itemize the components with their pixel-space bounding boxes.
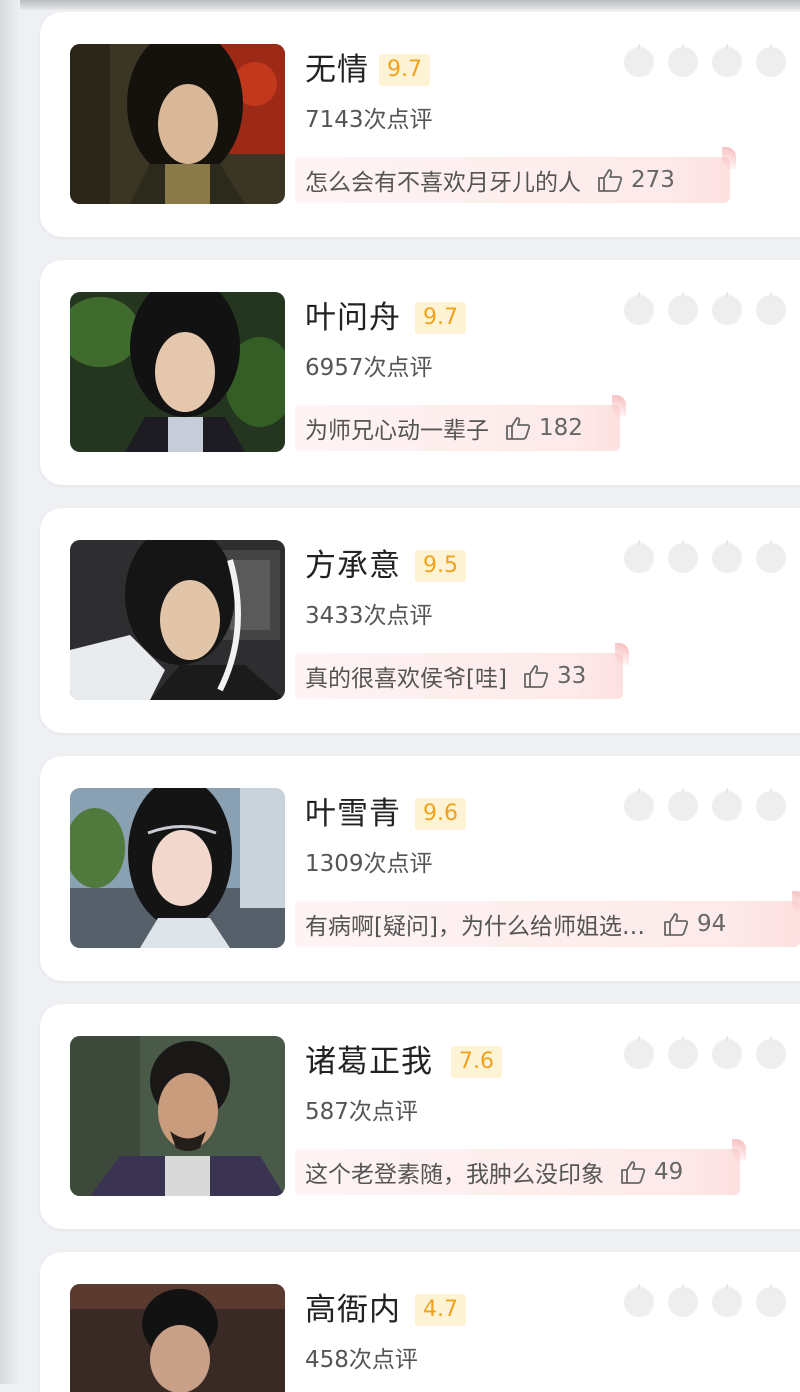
apple-icon[interactable] — [668, 292, 698, 325]
character-card[interactable]: 叶雪青 9.6 1309次点评 有病啊[疑问]，为什么给师姐选… 94 — [40, 756, 800, 981]
like-button[interactable]: 49 — [620, 1159, 683, 1185]
apple-icon[interactable] — [756, 44, 786, 77]
like-button[interactable]: 94 — [663, 911, 726, 937]
rating-badge: 4.7 — [415, 1294, 466, 1326]
apple-icon[interactable] — [668, 788, 698, 821]
top-comment-text: 有病啊[疑问]，为什么给师姐选… — [305, 914, 645, 940]
apple-icon[interactable] — [756, 1036, 786, 1069]
top-comment-text: 真的很喜欢侯爷[哇] — [305, 666, 507, 692]
top-comment-bubble[interactable]: 这个老登素随，我肿么没印象 49 — [295, 1139, 746, 1195]
rating-badge: 9.6 — [415, 798, 466, 830]
top-comment-text: 为师兄心动一辈子 — [305, 418, 489, 444]
apple-icon[interactable] — [624, 540, 654, 573]
apple-icon[interactable] — [668, 44, 698, 77]
apple-icon[interactable] — [624, 1036, 654, 1069]
like-count: 182 — [539, 415, 583, 441]
character-avatar[interactable] — [70, 1036, 285, 1196]
apple-icon[interactable] — [712, 44, 742, 77]
character-card[interactable]: 方承意 9.5 3433次点评 真的很喜欢侯爷[哇] 33 — [40, 508, 800, 733]
review-count: 3433次点评 — [305, 603, 433, 629]
character-name: 方承意 — [305, 548, 401, 584]
character-card[interactable]: 高衙内 4.7 458次点评 — [40, 1252, 800, 1392]
character-avatar[interactable] — [70, 44, 285, 204]
apple-icon[interactable] — [712, 1036, 742, 1069]
like-button[interactable]: 33 — [523, 663, 586, 689]
review-count: 6957次点评 — [305, 355, 433, 381]
left-edge — [0, 0, 20, 1384]
character-name: 高衙内 — [305, 1292, 401, 1328]
top-comment-text: 怎么会有不喜欢月牙儿的人 — [305, 170, 581, 196]
thumbs-up-icon — [524, 665, 549, 688]
rate-icons[interactable] — [624, 44, 786, 77]
thumbs-up-icon — [664, 913, 689, 936]
character-name: 叶问舟 — [305, 300, 401, 336]
apple-icon[interactable] — [756, 1284, 786, 1317]
review-count: 1309次点评 — [305, 851, 433, 877]
top-bar — [0, 0, 800, 10]
character-name: 诸葛正我 — [305, 1044, 433, 1080]
like-count: 94 — [696, 911, 727, 937]
like-button[interactable]: 182 — [505, 415, 583, 441]
top-comment-bubble[interactable]: 有病啊[疑问]，为什么给师姐选… 94 — [295, 891, 800, 947]
rating-badge: 9.5 — [415, 550, 466, 582]
character-avatar[interactable] — [70, 292, 285, 452]
apple-icon[interactable] — [624, 292, 654, 325]
character-avatar[interactable] — [70, 788, 285, 948]
apple-icon[interactable] — [668, 540, 698, 573]
character-card[interactable]: 叶问舟 9.7 6957次点评 为师兄心动一辈子 182 — [40, 260, 800, 485]
top-comment-bubble[interactable]: 为师兄心动一辈子 182 — [295, 395, 626, 451]
apple-icon[interactable] — [624, 44, 654, 77]
like-count: 273 — [631, 167, 675, 193]
apple-icon[interactable] — [756, 788, 786, 821]
apple-icon[interactable] — [712, 1284, 742, 1317]
character-name: 无情 — [305, 52, 369, 88]
rate-icons[interactable] — [624, 292, 786, 325]
character-rating-list: 无情 9.7 7143次点评 怎么会有不喜欢月牙儿的人 273 叶问舟 9.7 … — [40, 12, 800, 1392]
rating-badge: 7.6 — [451, 1046, 502, 1078]
like-count: 49 — [654, 1159, 684, 1185]
thumbs-up-icon — [598, 169, 623, 192]
rating-badge: 9.7 — [379, 54, 430, 86]
apple-icon[interactable] — [712, 788, 742, 821]
character-avatar[interactable] — [70, 1284, 285, 1392]
character-name: 叶雪青 — [305, 796, 401, 832]
like-count: 33 — [556, 663, 587, 689]
apple-icon[interactable] — [668, 1036, 698, 1069]
character-avatar[interactable] — [70, 540, 285, 700]
apple-icon[interactable] — [668, 1284, 698, 1317]
apple-icon[interactable] — [756, 292, 786, 325]
thumbs-up-icon — [506, 417, 531, 440]
rate-icons[interactable] — [624, 1036, 786, 1069]
like-button[interactable]: 273 — [597, 167, 675, 193]
apple-icon[interactable] — [712, 292, 742, 325]
character-card[interactable]: 诸葛正我 7.6 587次点评 这个老登素随，我肿么没印象 49 — [40, 1004, 800, 1229]
review-count: 458次点评 — [305, 1347, 418, 1373]
apple-icon[interactable] — [756, 540, 786, 573]
rate-icons[interactable] — [624, 1284, 786, 1317]
top-comment-text: 这个老登素随，我肿么没印象 — [305, 1162, 604, 1188]
apple-icon[interactable] — [624, 1284, 654, 1317]
character-card[interactable]: 无情 9.7 7143次点评 怎么会有不喜欢月牙儿的人 273 — [40, 12, 800, 237]
review-count: 7143次点评 — [305, 107, 433, 133]
review-count: 587次点评 — [305, 1099, 418, 1125]
thumbs-up-icon — [621, 1161, 646, 1184]
apple-icon[interactable] — [712, 540, 742, 573]
top-comment-bubble[interactable]: 真的很喜欢侯爷[哇] 33 — [295, 643, 629, 699]
rate-icons[interactable] — [624, 788, 786, 821]
rate-icons[interactable] — [624, 540, 786, 573]
rating-badge: 9.7 — [415, 302, 466, 334]
apple-icon[interactable] — [624, 788, 654, 821]
top-comment-bubble[interactable]: 怎么会有不喜欢月牙儿的人 273 — [295, 147, 736, 203]
